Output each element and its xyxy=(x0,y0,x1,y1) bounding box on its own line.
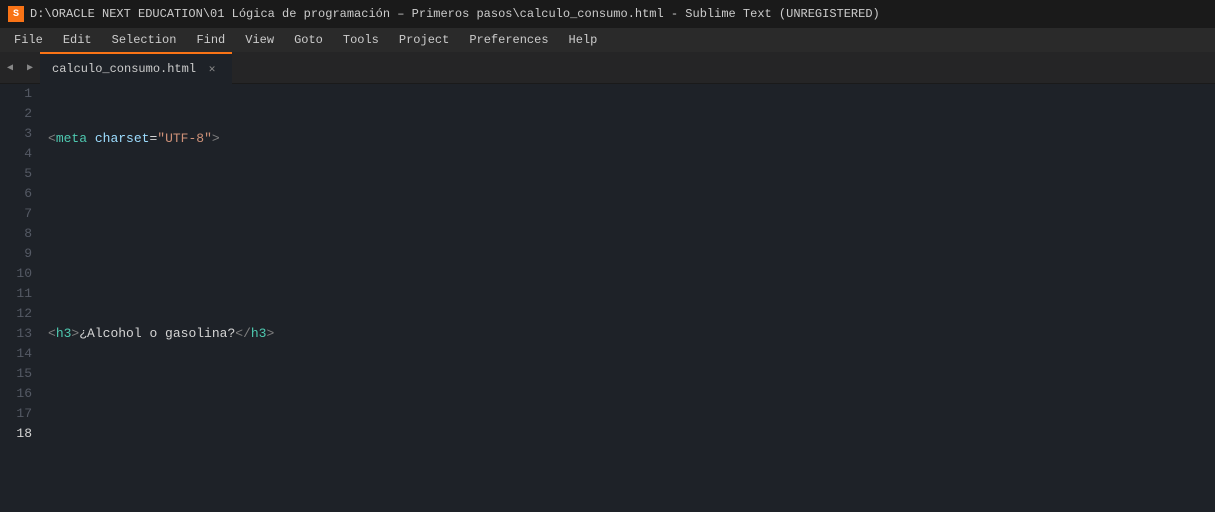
code-line-5 xyxy=(44,389,1215,409)
menu-selection[interactable]: Selection xyxy=(102,28,187,52)
tab-calculo-consumo[interactable]: calculo_consumo.html ✕ xyxy=(40,52,232,84)
menu-help[interactable]: Help xyxy=(559,28,608,52)
menu-tools[interactable]: Tools xyxy=(333,28,389,52)
menu-project[interactable]: Project xyxy=(389,28,459,52)
line-num-7: 7 xyxy=(8,204,32,224)
tab-close-button[interactable]: ✕ xyxy=(204,61,220,77)
tab-bar: ◀ ▶ calculo_consumo.html ✕ xyxy=(0,52,1215,84)
menu-goto[interactable]: Goto xyxy=(284,28,333,52)
line-num-4: 4 xyxy=(8,144,32,164)
menu-bar: File Edit Selection Find View Goto Tools… xyxy=(0,28,1215,52)
code-line-1: <meta charset="UTF-8"> xyxy=(44,129,1215,149)
code-line-6 xyxy=(44,454,1215,474)
menu-preferences[interactable]: Preferences xyxy=(459,28,558,52)
line-num-10: 10 xyxy=(8,264,32,284)
code-area: 1 2 3 4 5 6 7 8 9 10 11 12 13 14 15 16 1… xyxy=(0,84,1215,512)
code-line-3 xyxy=(44,259,1215,279)
line-num-5: 5 xyxy=(8,164,32,184)
menu-find[interactable]: Find xyxy=(186,28,235,52)
title-bar: S D:\ORACLE NEXT EDUCATION\01 Lógica de … xyxy=(0,0,1215,28)
line-num-15: 15 xyxy=(8,364,32,384)
menu-edit[interactable]: Edit xyxy=(53,28,102,52)
window-title: D:\ORACLE NEXT EDUCATION\01 Lógica de pr… xyxy=(30,7,880,21)
line-num-9: 9 xyxy=(8,244,32,264)
tab-label: calculo_consumo.html xyxy=(52,62,196,76)
line-num-12: 12 xyxy=(8,304,32,324)
line-num-1: 1 xyxy=(8,84,32,104)
code-line-4: <h3>¿Alcohol o gasolina?</h3> xyxy=(44,324,1215,344)
menu-view[interactable]: View xyxy=(235,28,284,52)
code-line-2 xyxy=(44,194,1215,214)
line-num-13: 13 xyxy=(8,324,32,344)
line-num-17: 17 xyxy=(8,404,32,424)
line-num-11: 11 xyxy=(8,284,32,304)
line-num-18: 18 xyxy=(8,424,32,444)
code-content[interactable]: <meta charset="UTF-8"> <h3>¿Alcohol o ga… xyxy=(44,84,1215,512)
line-numbers: 1 2 3 4 5 6 7 8 9 10 11 12 13 14 15 16 1… xyxy=(0,84,44,512)
line-num-14: 14 xyxy=(8,344,32,364)
app-icon: S xyxy=(8,6,24,22)
line-num-3: 3 xyxy=(8,124,32,144)
line-num-16: 16 xyxy=(8,384,32,404)
line-num-8: 8 xyxy=(8,224,32,244)
line-num-6: 6 xyxy=(8,184,32,204)
tab-nav-right[interactable]: ▶ xyxy=(20,52,40,84)
line-num-2: 2 xyxy=(8,104,32,124)
menu-file[interactable]: File xyxy=(4,28,53,52)
tab-nav-left[interactable]: ◀ xyxy=(0,52,20,84)
